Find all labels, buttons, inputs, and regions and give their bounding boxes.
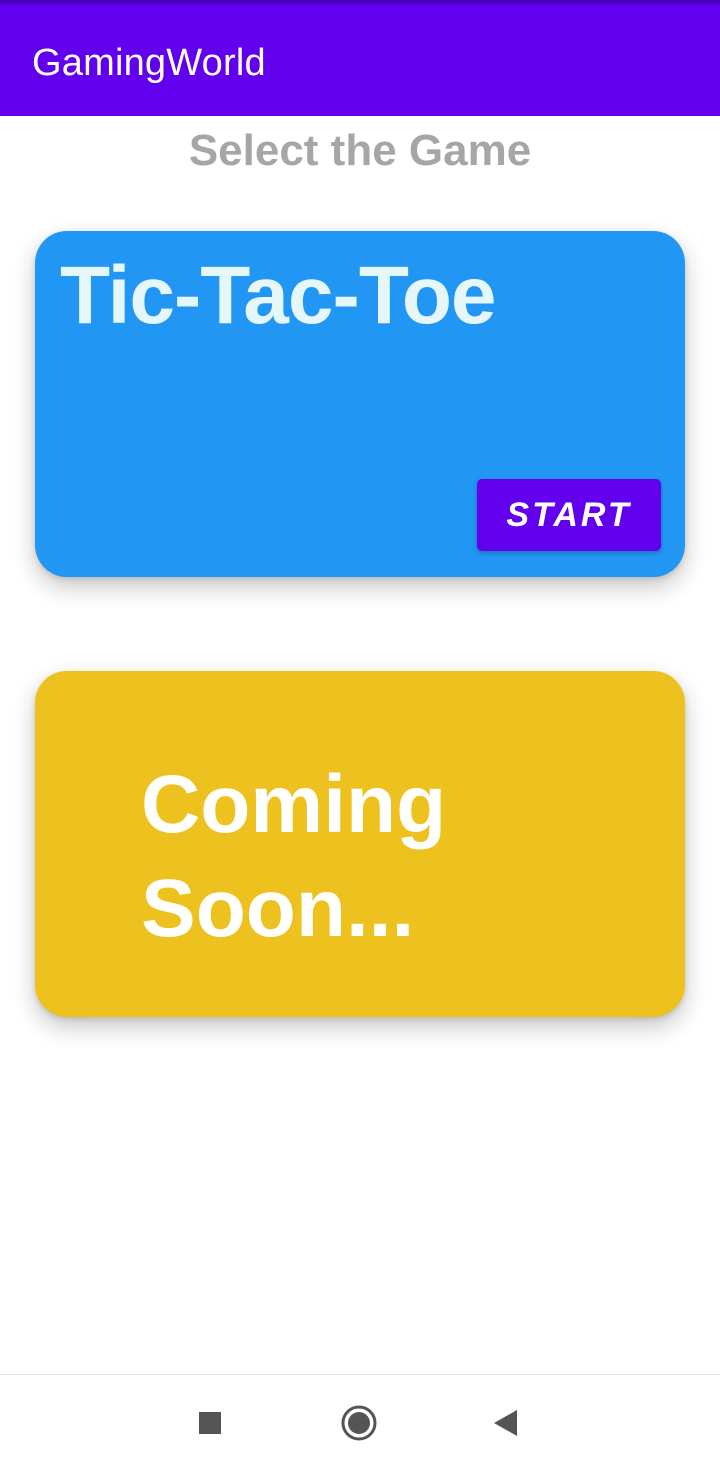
tic-tac-toe-card: Tic-Tac-Toe START: [35, 231, 685, 577]
recents-button[interactable]: [186, 1399, 234, 1447]
app-bar: GamingWorld: [0, 0, 720, 116]
start-button[interactable]: START: [477, 479, 661, 551]
home-button[interactable]: [335, 1399, 383, 1447]
system-navigation-bar: [0, 1374, 720, 1471]
coming-soon-card: Coming Soon...: [35, 671, 685, 1017]
recents-square-icon: [199, 1412, 221, 1434]
app-title: GamingWorld: [32, 42, 266, 84]
back-triangle-icon: [494, 1410, 517, 1436]
coming-soon-text: Coming Soon...: [141, 759, 447, 954]
tic-tac-toe-title: Tic-Tac-Toe: [60, 250, 497, 341]
back-button[interactable]: [482, 1399, 530, 1447]
home-circle-icon: [341, 1405, 377, 1441]
page-title: Select the Game: [188, 126, 532, 175]
